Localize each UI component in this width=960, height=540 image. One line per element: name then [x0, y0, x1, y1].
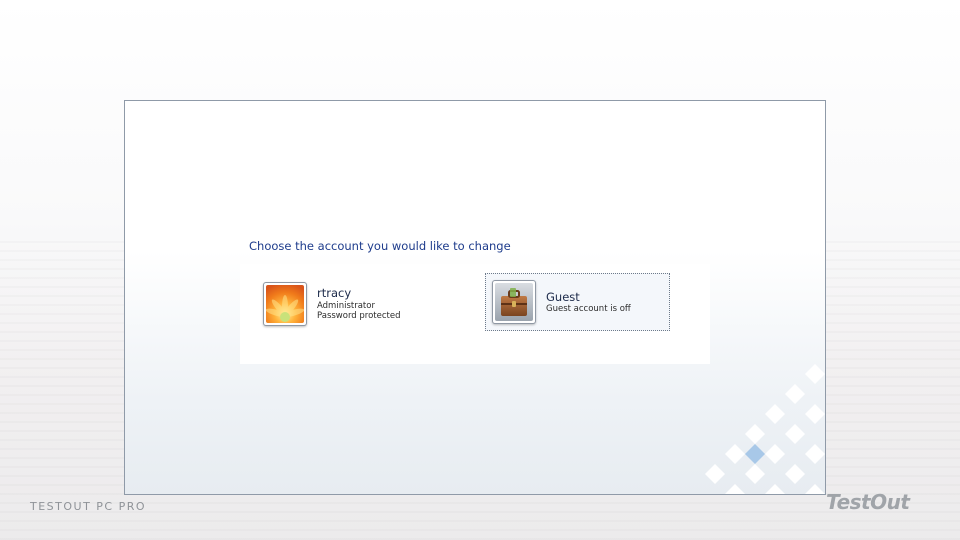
accent-diamond: [745, 444, 765, 464]
account-name: Guest: [546, 289, 580, 304]
briefcase-icon: [495, 283, 533, 321]
account-type: Administrator: [317, 300, 375, 311]
account-name: rtracy: [317, 286, 352, 301]
account-status: Password protected: [317, 311, 401, 322]
account-info-guest: Guest Guest account is off: [546, 290, 631, 315]
page-heading: Choose the account you would like to cha…: [249, 239, 511, 253]
testout-logo: TestOut: [826, 490, 910, 514]
account-tile-guest[interactable]: Guest Guest account is off: [485, 273, 670, 331]
diamond-pattern: [705, 364, 825, 494]
course-title: TESTOUT PC PRO: [30, 500, 147, 513]
avatar: [492, 280, 536, 324]
avatar: [263, 282, 307, 326]
account-status: Guest account is off: [546, 303, 631, 314]
account-tile-rtracy[interactable]: rtracy Administrator Password protected: [263, 275, 463, 333]
account-info-rtracy: rtracy Administrator Password protected: [317, 286, 401, 322]
flower-icon: [266, 285, 304, 323]
screen-frame: Choose the account you would like to cha…: [124, 100, 826, 495]
